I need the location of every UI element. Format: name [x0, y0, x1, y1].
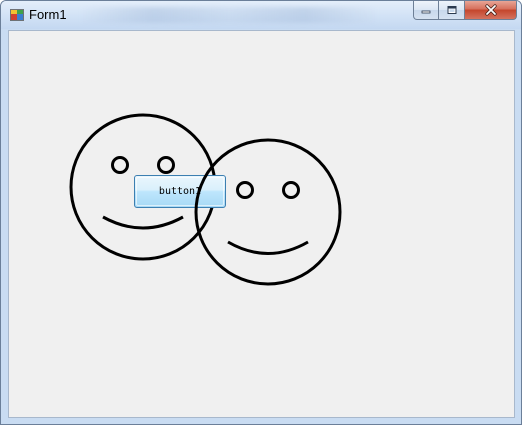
- maximize-button[interactable]: [439, 1, 465, 20]
- window-title: Form1: [29, 7, 67, 22]
- minimize-icon: [421, 10, 431, 14]
- button1[interactable]: button1: [134, 175, 226, 208]
- smiley-canvas: [69, 113, 217, 261]
- close-button[interactable]: [465, 1, 517, 20]
- smiley-left-eye-right: [157, 156, 175, 174]
- form-client-area: button1: [8, 30, 515, 418]
- restore-icon: [447, 6, 456, 14]
- button1-label: button1: [158, 186, 202, 197]
- caption-buttons: [413, 1, 517, 20]
- close-icon: [484, 4, 497, 16]
- smiley-left-eye-left: [111, 156, 129, 174]
- title-bar[interactable]: Form1: [1, 1, 521, 29]
- form1-window: Form1 button1: [0, 0, 522, 425]
- title-bar-glass: [79, 7, 379, 23]
- minimize-button[interactable]: [413, 1, 439, 20]
- app-icon: [10, 9, 24, 21]
